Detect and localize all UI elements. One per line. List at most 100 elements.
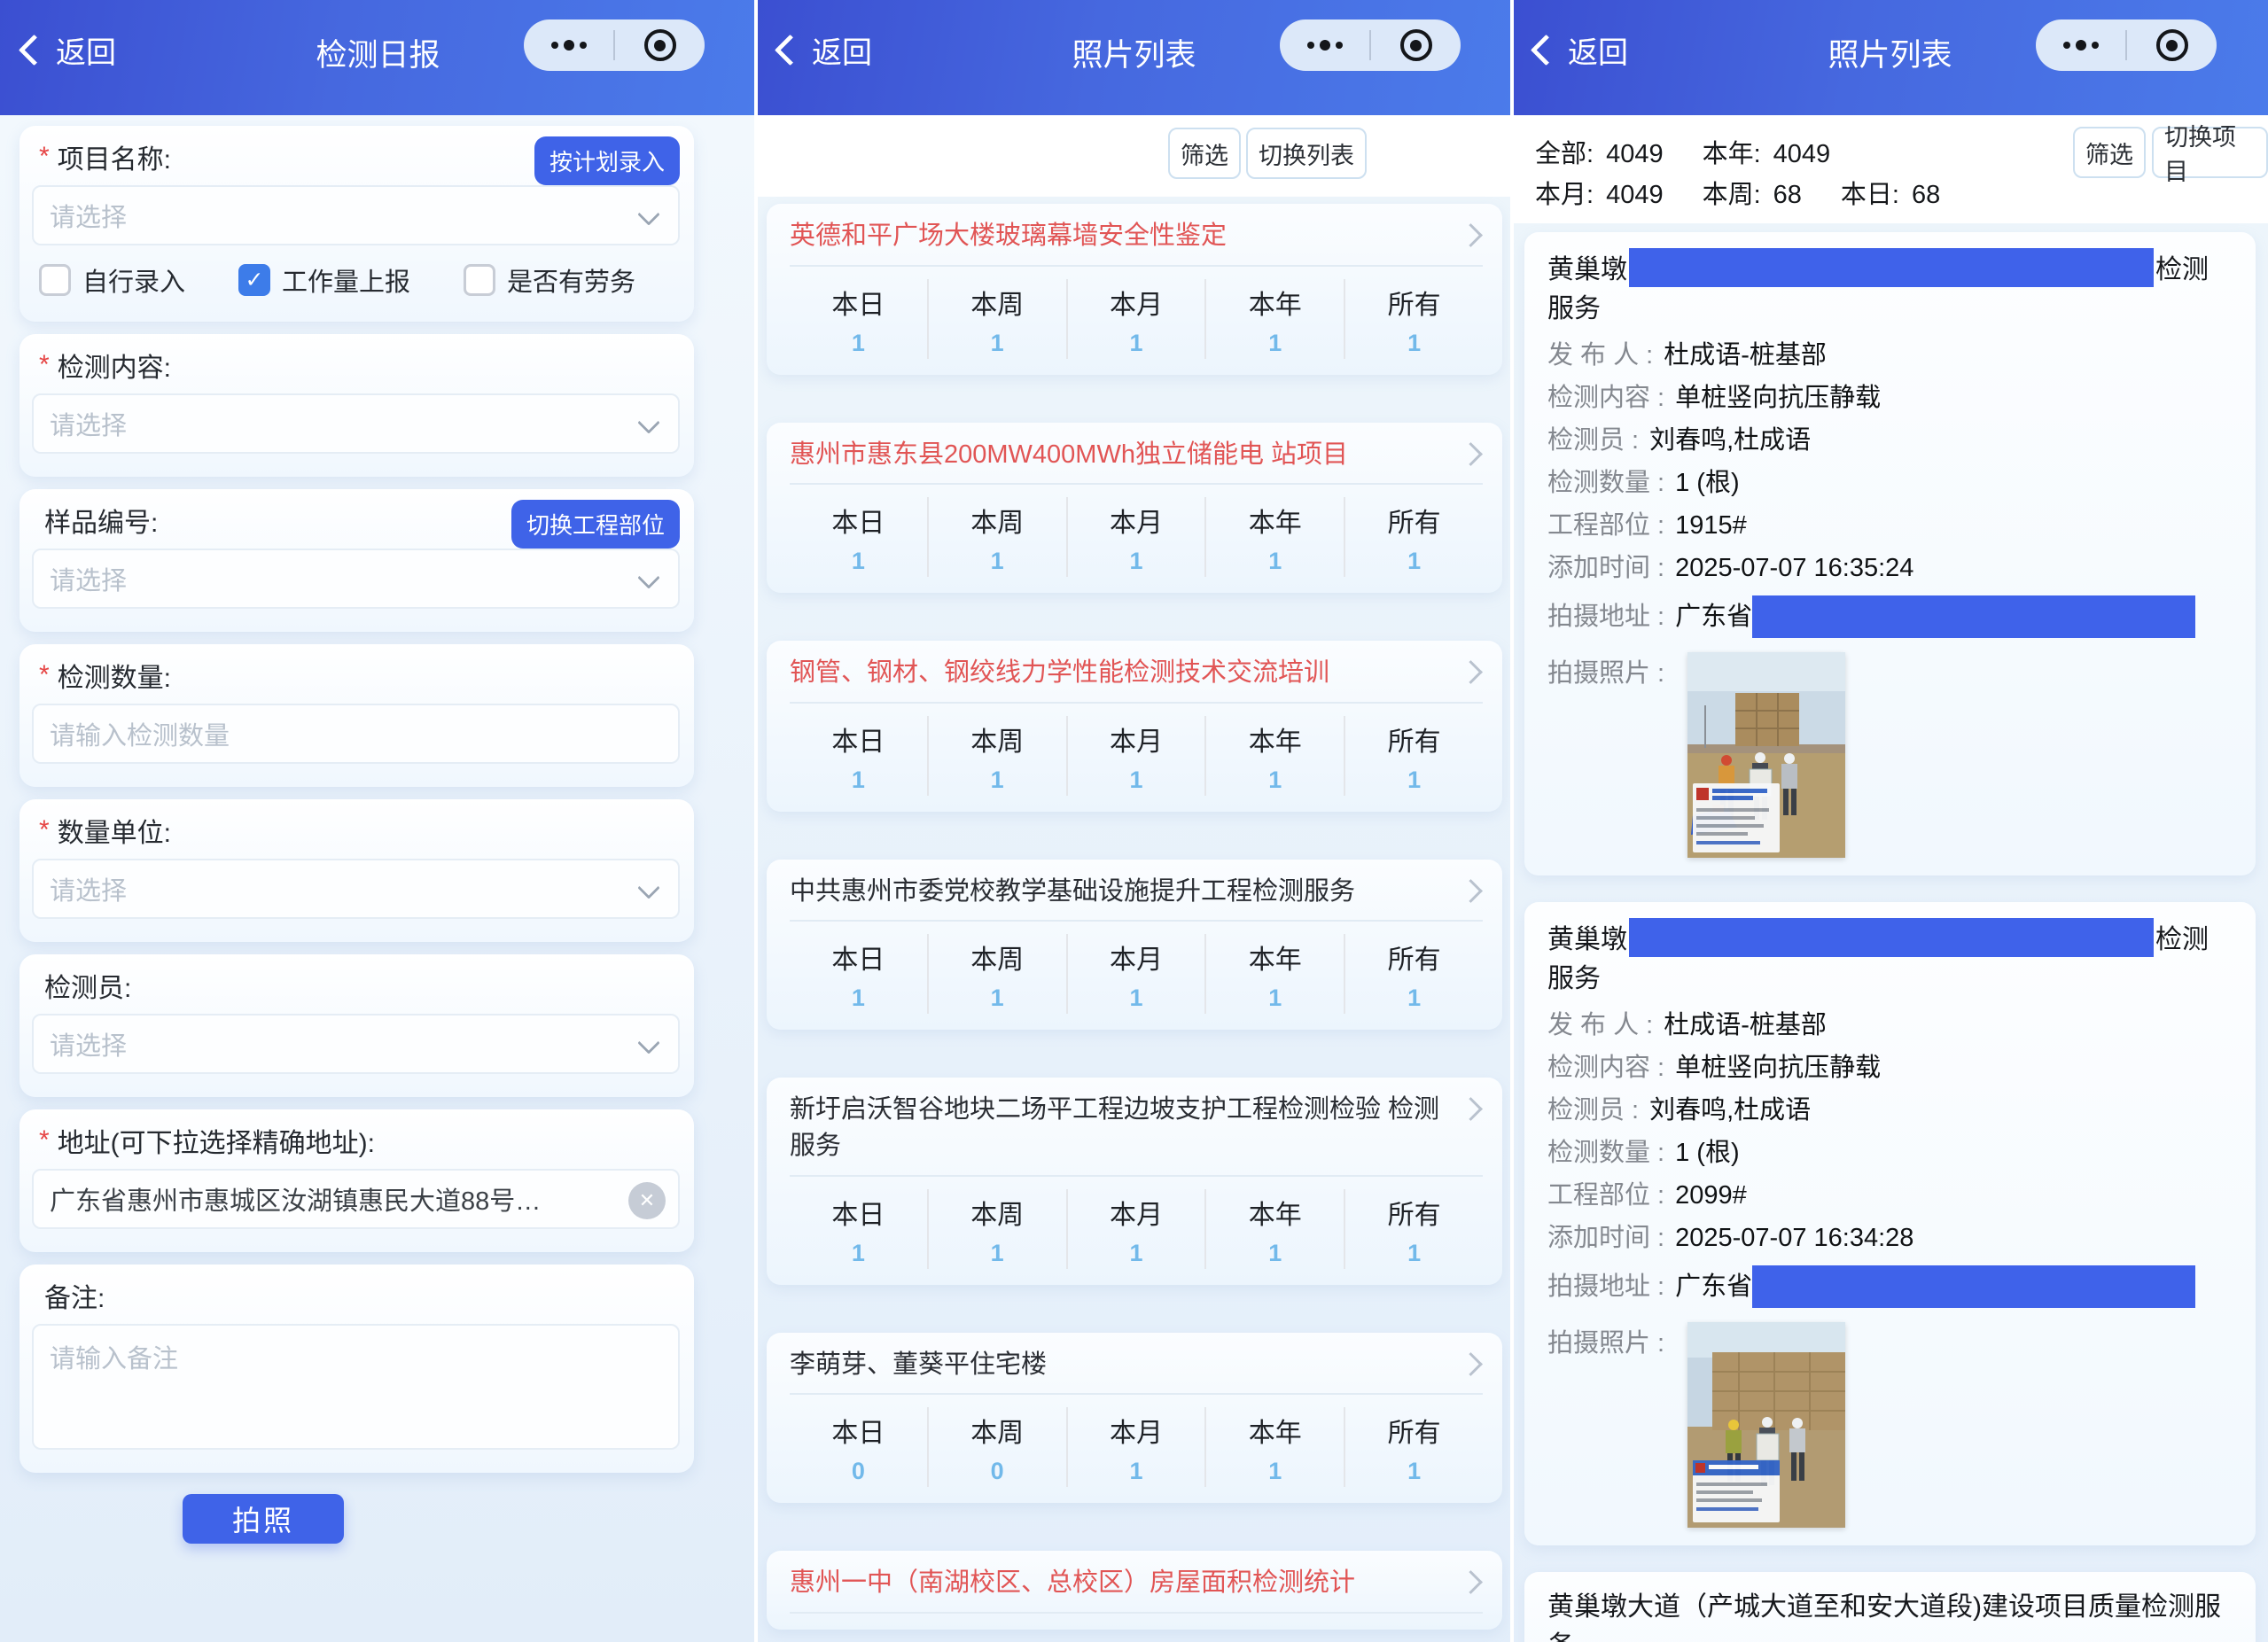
more-button[interactable] (524, 40, 613, 51)
inspector-select[interactable]: 请选择 (32, 1014, 680, 1074)
navbar: 返回 照片列表 (1512, 0, 2268, 115)
minimize-button[interactable] (615, 29, 705, 61)
address-value: 广东省惠州市惠城区汝湖镇惠民大道88号… (50, 1180, 541, 1218)
checkbox-label: 自行录入 (82, 261, 185, 299)
required-asterisk: * (39, 815, 50, 845)
stat-today: 本日1 (790, 1189, 929, 1269)
stat-month: 本月1 (1068, 934, 1207, 1014)
field-inspection-content: *检测内容: 请选择 (19, 334, 694, 477)
record-address: 拍摄地址 :广东省 (1547, 1265, 2233, 1308)
stats-row: 本日1 本周1 本月1 本年1 所有1 (790, 1177, 1483, 1269)
take-photo-button[interactable]: 拍照 (183, 1494, 344, 1544)
project-select[interactable]: 请选择 (32, 185, 680, 245)
project-card[interactable]: 惠州一中（南湖校区、总校区）房屋面积检测统计 (767, 1551, 1502, 1630)
back-chevron-icon (19, 35, 50, 66)
stat-today: 本日1 (790, 279, 929, 359)
switch-part-button[interactable]: 切换工程部位 (511, 500, 680, 549)
record-publisher: 发 布 人 :杜成语-桩基部 (1547, 340, 2233, 371)
redaction-bar (1629, 918, 2154, 957)
stat-week: 本周:68 (1703, 174, 1802, 211)
minimize-button[interactable] (2127, 29, 2217, 61)
stat-today: 本日1 (790, 716, 929, 796)
stat-today: 本日:68 (1841, 174, 1940, 211)
more-button[interactable] (1280, 40, 1369, 51)
target-icon (1400, 29, 1432, 61)
miniprogram-capsule (524, 19, 705, 71)
filter-button[interactable]: 筛选 (1168, 128, 1241, 179)
summary-toolbar: 全部:4049 本年:4049 本月:4049 本周:68 本日:68 筛选 切… (1512, 115, 2268, 223)
screen-photo-list-by-project: 返回 照片列表 筛选 切换列表 英德和平广场大楼玻璃幕墙安全性鉴定 本日1 本周… (756, 0, 1512, 1642)
project-title: 惠州一中（南湖校区、总校区）房屋面积检测统计 (790, 1565, 1450, 1601)
checkbox-workload-report[interactable]: 工作量上报 (238, 261, 410, 299)
stat-year: 本年1 (1206, 716, 1345, 796)
photo-record-card[interactable]: 黄巢墩检测服务 发 布 人 :杜成语-桩基部 检测内容 :单桩竖向抗压静载 检测… (1524, 902, 2256, 1545)
switch-list-button[interactable]: 切换列表 (1246, 128, 1367, 179)
screen-inspection-daily-report: 返回 检测日报 *项目名称: 按计划录入 请选择 自行录入 (0, 0, 756, 1642)
project-title: 新圩启沃智谷地块二场平工程边坡支护工程检测检验 检测服务 (790, 1092, 1450, 1163)
checkbox-checked-icon (238, 264, 270, 296)
project-card[interactable]: 李萌芽、董葵平住宅楼 本日0 本周0 本月1 本年1 所有1 (767, 1333, 1502, 1504)
screen-photo-list-detail: 返回 照片列表 全部:4049 本年:4049 本月:4049 本周:68 本日… (1512, 0, 2268, 1642)
switch-project-button[interactable]: 切换项目 (2152, 127, 2268, 178)
quantity-input[interactable]: 请输入检测数量 (32, 704, 680, 764)
field-label: 数量单位: (58, 811, 171, 850)
record-title: 黄巢墩检测服务 (1547, 248, 2233, 329)
stat-all: 所有1 (1345, 279, 1483, 359)
remark-textarea[interactable]: 请输入备注 (32, 1324, 680, 1450)
content-select[interactable]: 请选择 (32, 393, 680, 454)
plan-entry-button[interactable]: 按计划录入 (534, 136, 680, 185)
project-list: 英德和平广场大楼玻璃幕墙安全性鉴定 本日1 本周1 本月1 本年1 所有1 惠州… (756, 197, 1512, 1642)
sample-select[interactable]: 请选择 (32, 549, 680, 609)
stat-week: 本周1 (929, 279, 1068, 359)
back-button[interactable]: 返回 (1535, 28, 1628, 72)
record-part: 工程部位 :2099# (1547, 1180, 2233, 1211)
checkbox-has-labor[interactable]: 是否有劳务 (464, 261, 635, 299)
back-button[interactable]: 返回 (23, 28, 116, 72)
chevron-down-icon (637, 203, 659, 225)
record-time: 添加时间 :2025-07-07 16:35:24 (1547, 553, 2233, 584)
screen-divider (1510, 0, 1514, 1642)
chevron-right-icon (1459, 1097, 1483, 1121)
miniprogram-capsule (2036, 19, 2217, 71)
stat-today: 本日1 (790, 497, 929, 577)
chevron-down-icon (637, 411, 659, 433)
filter-button[interactable]: 筛选 (2073, 127, 2146, 178)
checkbox-self-entry[interactable]: 自行录入 (39, 261, 185, 299)
more-button[interactable] (2036, 40, 2125, 51)
address-input[interactable]: 广东省惠州市惠城区汝湖镇惠民大道88号… (32, 1169, 680, 1229)
project-card[interactable]: 钢管、钢材、钢绞线力学性能检测技术交流培训 本日1 本周1 本月1 本年1 所有… (767, 641, 1502, 812)
stat-month: 本月1 (1068, 716, 1207, 796)
checkbox-icon (464, 264, 495, 296)
project-card[interactable]: 中共惠州市委党校教学基础设施提升工程检测服务 本日1 本周1 本月1 本年1 所… (767, 860, 1502, 1031)
project-title: 英德和平广场大楼玻璃幕墙安全性鉴定 (790, 218, 1450, 254)
site-photo[interactable] (1687, 1322, 1845, 1528)
checkbox-icon (39, 264, 71, 296)
redaction-bar (1752, 595, 2195, 638)
field-label: 检测内容: (58, 346, 171, 385)
project-card[interactable]: 英德和平广场大楼玻璃幕墙安全性鉴定 本日1 本周1 本月1 本年1 所有1 (767, 204, 1502, 375)
project-card[interactable]: 惠州市惠东县200MW400MWh独立储能电 站项目 本日1 本周1 本月1 本… (767, 423, 1502, 594)
record-time: 添加时间 :2025-07-07 16:34:28 (1547, 1223, 2233, 1254)
screen-divider (754, 0, 758, 1642)
back-button[interactable]: 返回 (779, 28, 872, 72)
required-asterisk: * (39, 142, 50, 172)
target-icon (2156, 29, 2188, 61)
unit-select[interactable]: 请选择 (32, 859, 680, 919)
input-placeholder: 请输入检测数量 (50, 715, 230, 752)
photo-record-card[interactable]: 黄巢墩大道（产城大道至和安大道段)建设项目质量检测服务 发 布 人 :杜成语-桩… (1524, 1572, 2256, 1642)
photo-record-card[interactable]: 黄巢墩检测服务 发 布 人 :杜成语-桩基部 检测内容 :单桩竖向抗压静载 检测… (1524, 232, 2256, 875)
project-card[interactable]: 新圩启沃智谷地块二场平工程边坡支护工程检测检验 检测服务 本日1 本周1 本月1… (767, 1078, 1502, 1284)
stat-week: 本周1 (929, 1189, 1068, 1269)
stat-total: 全部:4049 (1535, 133, 1664, 170)
stats-row: 本日0 本周0 本月1 本年1 所有1 (790, 1395, 1483, 1487)
field-quantity-unit: * 数量单位: 请选择 (19, 799, 694, 942)
divider (790, 1612, 1483, 1614)
back-label: 返回 (812, 28, 872, 72)
clear-address-button[interactable] (628, 1182, 666, 1219)
minimize-button[interactable] (1371, 29, 1461, 61)
stat-week: 本周0 (929, 1407, 1068, 1487)
stat-year: 本年1 (1206, 497, 1345, 577)
chevron-right-icon (1459, 223, 1483, 247)
stats-row: 本日1 本周1 本月1 本年1 所有1 (790, 704, 1483, 796)
site-photo[interactable] (1687, 652, 1845, 858)
